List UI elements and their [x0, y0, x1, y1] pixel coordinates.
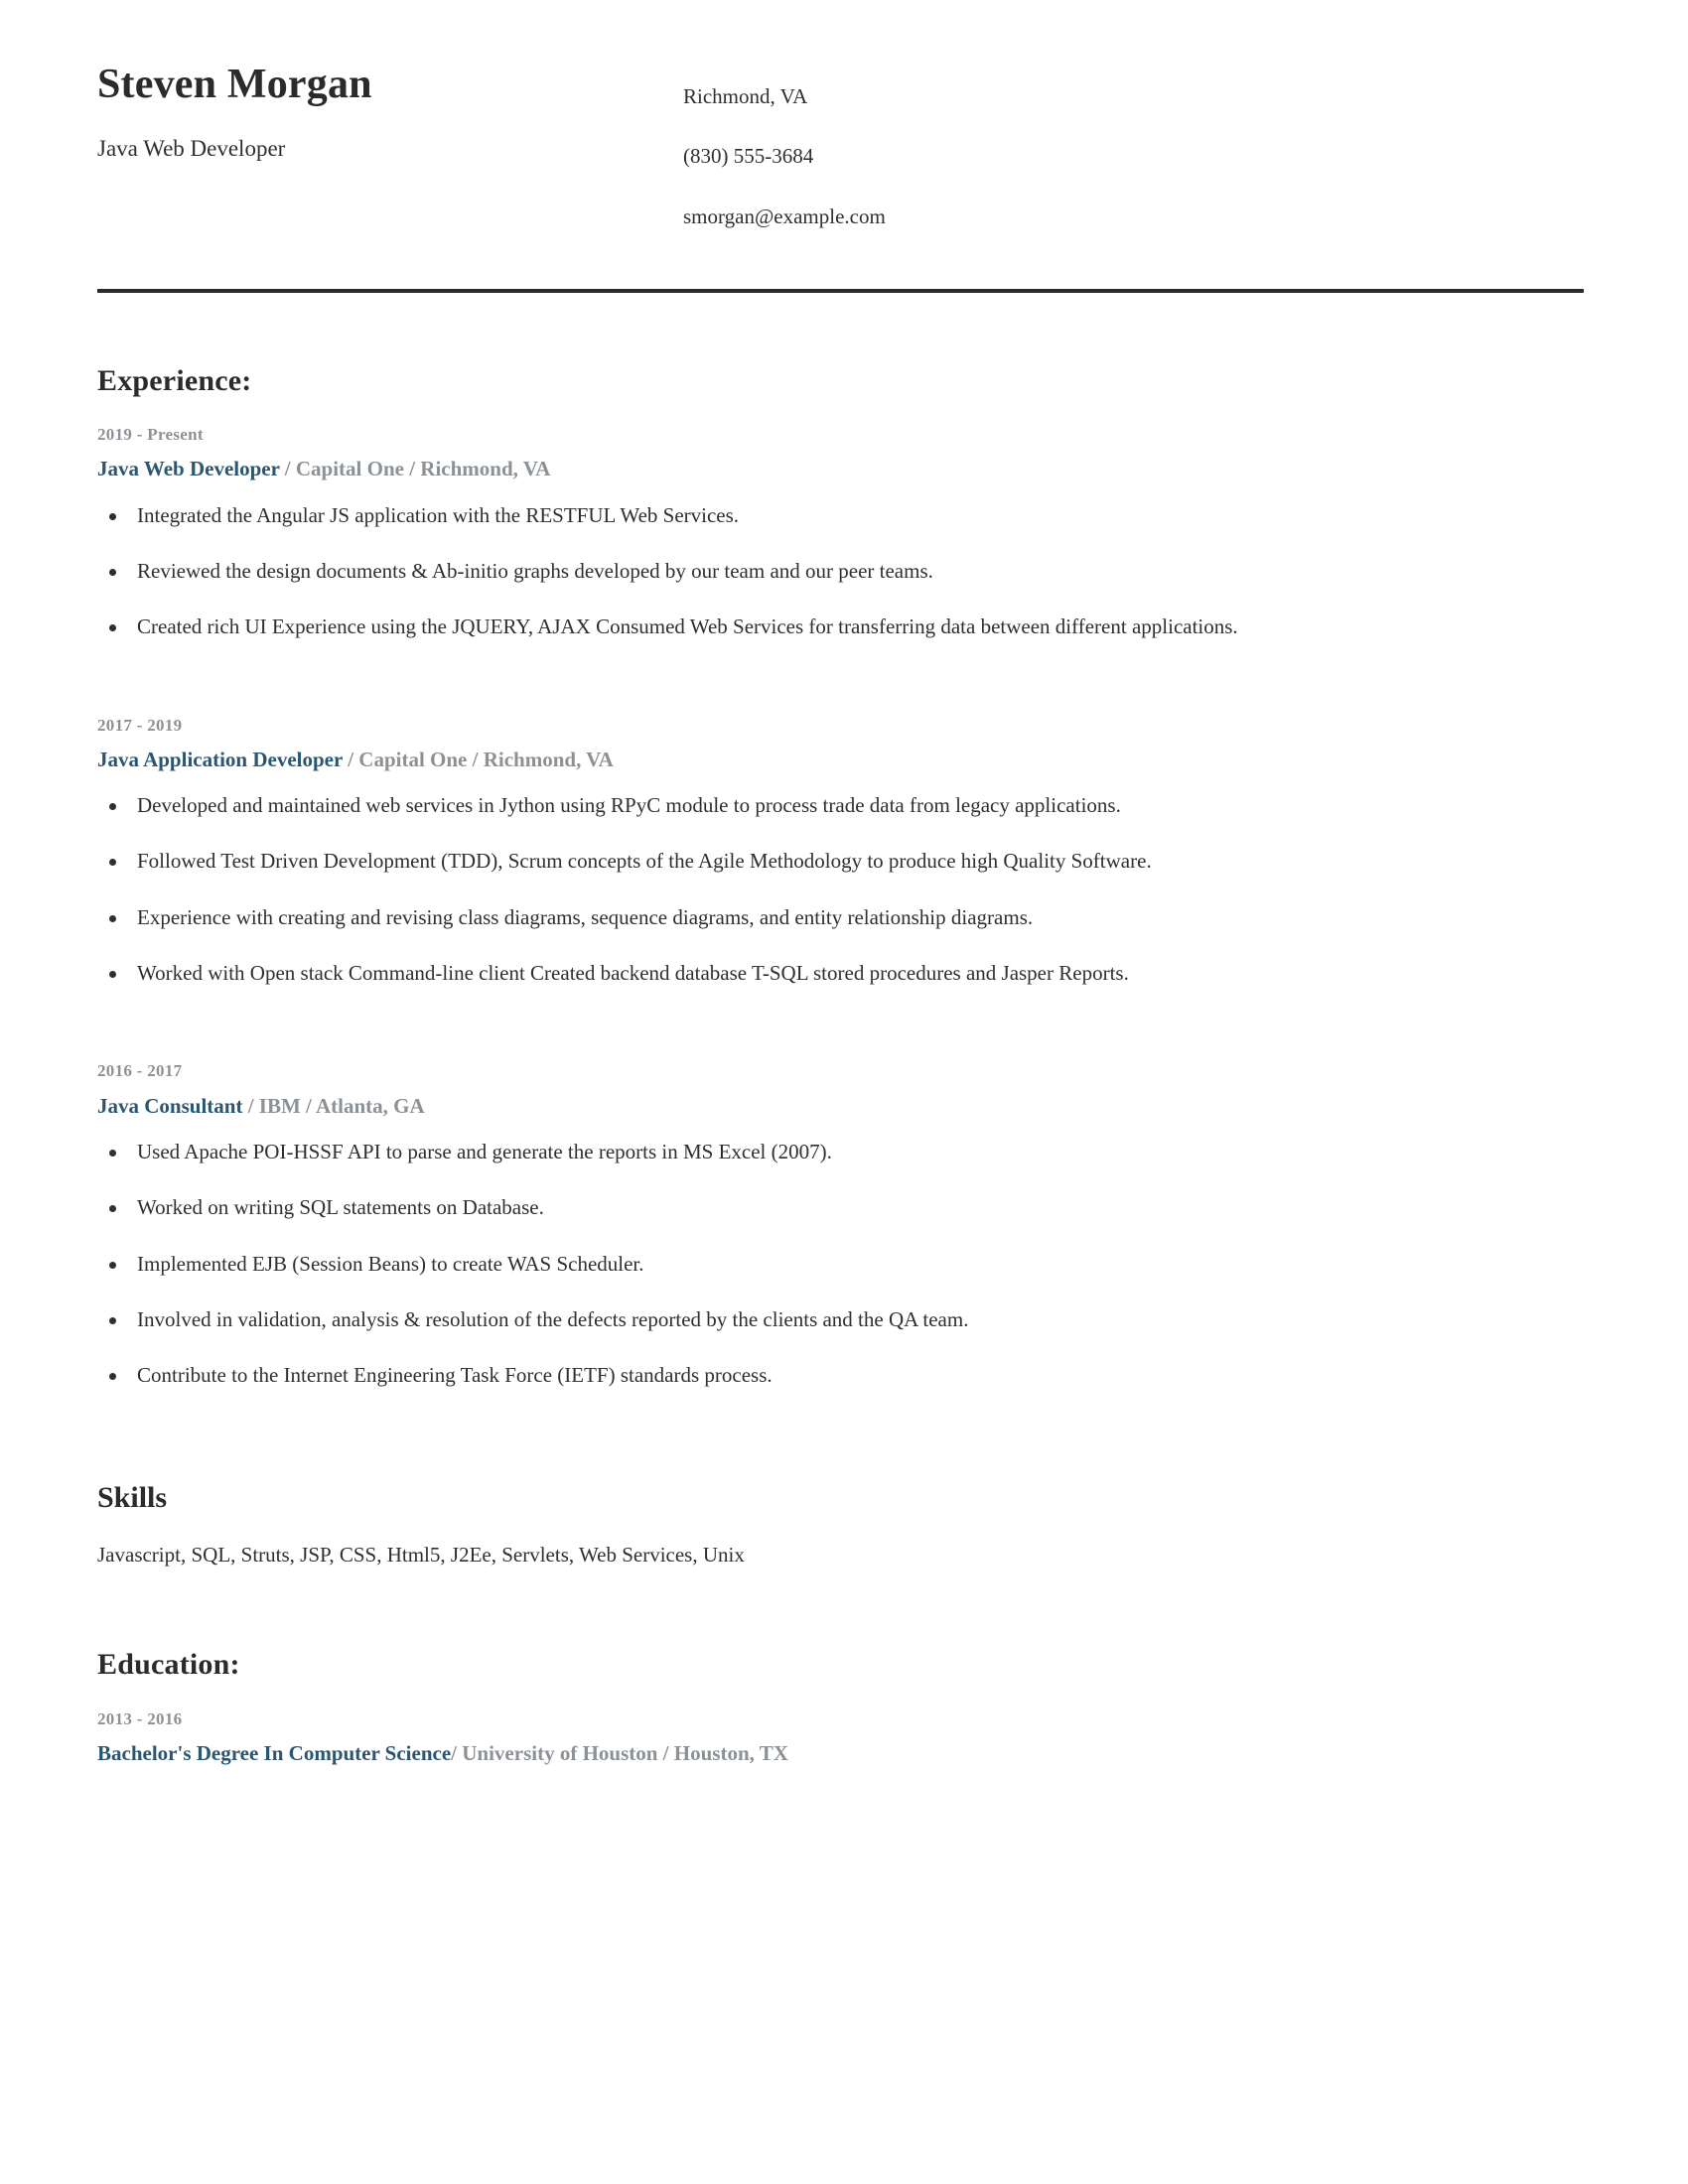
experience-company-location: / IBM / Atlanta, GA [242, 1093, 425, 1118]
experience-headline: Java Consultant / IBM / Atlanta, GA [97, 1093, 1591, 1120]
list-item: Worked on writing SQL statements on Data… [97, 1193, 1591, 1221]
experience-dates: 2016 - 2017 [97, 1061, 183, 1081]
experience-bullet-list: Developed and maintained web services in… [97, 791, 1591, 987]
experience-bullet-list: Used Apache POI-HSSF API to parse and ge… [97, 1138, 1591, 1390]
header-job-title: Java Web Developer [97, 136, 286, 162]
experience-dates: 2019 - Present [97, 425, 204, 445]
header-divider [97, 288, 1584, 293]
education-item: 2013 - 2016 Bachelor's Degree In Compute… [97, 1708, 1591, 1767]
list-item: Worked with Open stack Command-line clie… [97, 959, 1591, 987]
experience-spacer [97, 681, 1591, 715]
list-item: Developed and maintained web services in… [97, 791, 1591, 819]
education-degree: Bachelor's Degree In Computer Science [97, 1740, 452, 1765]
experience-dates: 2017 - 2019 [97, 715, 183, 735]
education-school-location: / University of Houston / Houston, TX [451, 1740, 788, 1765]
contact-location: Richmond, VA [683, 84, 808, 108]
page-title: Steven Morgan [97, 62, 372, 107]
experience-item: 2017 - 2019 Java Application Developer /… [97, 715, 1591, 988]
experience-role: Java Consultant [97, 1093, 243, 1118]
skills-list: Javascript, SQL, Struts, JSP, CSS, Html5… [97, 1543, 745, 1568]
section-education: Education: 2013 - 2016 Bachelor's Degree… [97, 1648, 1591, 1767]
experience-item: 2019 - Present Java Web Developer / Capi… [97, 424, 1591, 640]
contact-phone: (830) 555-3684 [683, 144, 814, 169]
list-item: Created rich UI Experience using the JQU… [97, 613, 1591, 640]
section-experience: Experience: 2019 - Present Java Web Deve… [97, 364, 1591, 1390]
list-item: Reviewed the design documents & Ab-initi… [97, 557, 1591, 585]
experience-item: 2016 - 2017 Java Consultant / IBM / Atla… [97, 1060, 1591, 1389]
list-item: Integrated the Angular JS application wi… [97, 501, 1591, 529]
header-identity-block: Steven Morgan Java Web Developer [97, 62, 683, 163]
education-dates: 2013 - 2016 [97, 1708, 183, 1728]
resume-page: Steven Morgan Java Web Developer Richmon… [0, 0, 1688, 2184]
resume-header: Steven Morgan Java Web Developer Richmon… [0, 0, 1688, 229]
experience-headline: Java Web Developer / Capital One / Richm… [97, 456, 1591, 482]
resume-body: Experience: 2019 - Present Java Web Deve… [0, 364, 1688, 1768]
experience-heading: Experience: [97, 363, 252, 397]
list-item: Followed Test Driven Development (TDD), … [97, 847, 1591, 875]
experience-headline: Java Application Developer / Capital One… [97, 747, 1591, 773]
experience-bullet-list: Integrated the Angular JS application wi… [97, 501, 1591, 641]
skills-heading: Skills [97, 1480, 168, 1514]
experience-company-location: / Capital One / Richmond, VA [342, 747, 614, 771]
experience-role: Java Web Developer [97, 457, 280, 481]
education-heading: Education: [97, 1648, 240, 1682]
list-item: Implemented EJB (Session Beans) to creat… [97, 1250, 1591, 1278]
section-skills: Skills Javascript, SQL, Struts, JSP, CSS… [97, 1481, 1591, 1570]
experience-company-location: / Capital One / Richmond, VA [279, 457, 551, 481]
experience-role: Java Application Developer [97, 747, 343, 771]
list-item: Contribute to the Internet Engineering T… [97, 1361, 1591, 1389]
list-item: Experience with creating and revising cl… [97, 903, 1591, 931]
experience-spacer [97, 1026, 1591, 1060]
list-item: Used Apache POI-HSSF API to parse and ge… [97, 1138, 1591, 1165]
contact-info-block: Richmond, VA (830) 555-3684 smorgan@exam… [683, 62, 1559, 229]
education-headline: Bachelor's Degree In Computer Science/ U… [97, 1740, 1591, 1767]
list-item: Involved in validation, analysis & resol… [97, 1305, 1591, 1333]
contact-email: smorgan@example.com [683, 204, 886, 228]
